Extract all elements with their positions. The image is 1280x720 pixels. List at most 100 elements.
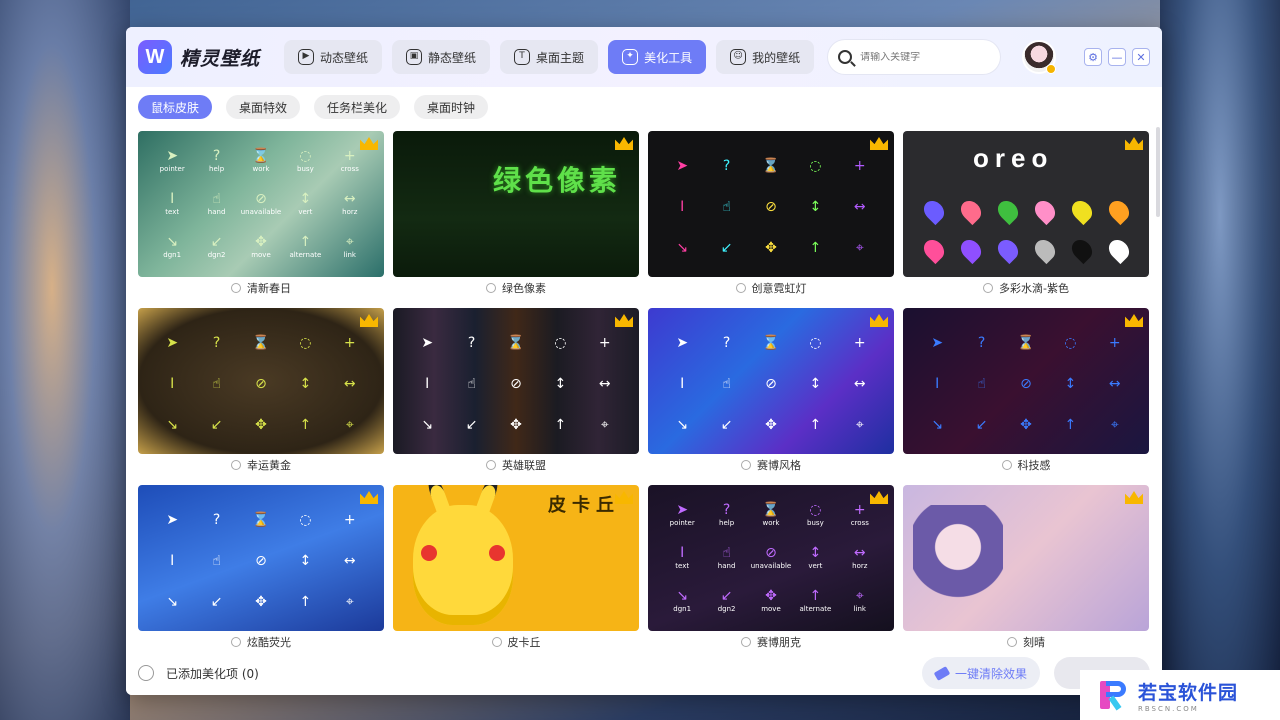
skin-caption[interactable]: 炫酷荧光 bbox=[138, 631, 384, 651]
skin-thumbnail[interactable]: ➤? ⌛ ◌ + I ☝ ⊘ ↕ ↔ ↘ ↙ ✥ ↑ ⌖ bbox=[138, 308, 384, 454]
skin-select-radio[interactable] bbox=[491, 637, 502, 647]
cursor-glyph-icon: ☝ bbox=[722, 198, 731, 215]
cursor-label: cross bbox=[850, 518, 869, 527]
skin-thumbnail[interactable]: ➤? ⌛ ◌ + I ☝ ⊘ ↕ ↔ ↘ ↙ ✥ ↑ ⌖ bbox=[138, 485, 384, 631]
skin-card[interactable]: ➤? ⌛ ◌ + I ☝ ⊘ ↕ ↔ ↘ ↙ ✥ ↑ ⌖ 炫酷荧光 bbox=[138, 485, 384, 651]
crown-icon bbox=[1125, 491, 1143, 504]
search-input[interactable] bbox=[860, 51, 981, 63]
minimize-button[interactable]: — bbox=[1108, 48, 1126, 66]
skin-select-radio[interactable] bbox=[741, 460, 751, 470]
skin-caption[interactable]: 科技感 bbox=[903, 454, 1149, 476]
scrollbar[interactable] bbox=[1156, 127, 1160, 217]
close-button[interactable]: ✕ bbox=[1132, 48, 1150, 66]
skin-caption[interactable]: 赛博朋克 bbox=[648, 631, 894, 651]
skin-select-radio[interactable] bbox=[231, 637, 241, 647]
skin-caption[interactable]: 英雄联盟 bbox=[393, 454, 639, 476]
skin-card[interactable]: 刻晴 bbox=[903, 485, 1149, 651]
cursor-glyph-icon: ↔ bbox=[343, 552, 356, 569]
skin-card[interactable]: ➤ pointer? help ⌛ work ◌ busy + cross Itext ☝ hand ⊘… bbox=[138, 131, 384, 299]
cursor-label: work bbox=[762, 518, 780, 527]
crown-icon bbox=[360, 314, 378, 327]
skin-thumbnail[interactable]: oreo bbox=[903, 131, 1149, 277]
skin-select-radio[interactable] bbox=[1007, 637, 1017, 647]
app-window: W 精灵壁纸 ▶ 动态壁纸 ▣ 静态壁纸 T 桌面主题 ✦ 美化工具 ☺ 我的壁纸 ⚙ — ✕ 鼠… bbox=[126, 27, 1162, 695]
skin-card[interactable]: ➤? ⌛ ◌ + I ☝ ⊘ ↕ ↔ ↘ ↙ ✥ ↑ ⌖ 赛博风格 bbox=[648, 308, 894, 476]
clear-effects-button[interactable]: 一键清除效果 bbox=[922, 657, 1040, 689]
clear-effects-label: 一键清除效果 bbox=[954, 666, 1027, 681]
skin-name: 炫酷荧光 bbox=[247, 636, 291, 649]
pikachu-illustration bbox=[413, 485, 513, 625]
skin-caption[interactable]: 创意霓虹灯 bbox=[648, 277, 894, 299]
skin-thumbnail[interactable]: 绿色像素 bbox=[393, 131, 639, 277]
skin-name: 皮卡丘 bbox=[507, 636, 541, 649]
crown-icon bbox=[360, 491, 378, 504]
subtab-3[interactable]: 桌面时钟 bbox=[414, 95, 489, 119]
cursor-preview-grid: ➤? ⌛ ◌ + I ☝ ⊘ ↕ ↔ ↘ ↙ ✥ ↑ ⌖ bbox=[915, 322, 1137, 446]
skin-thumbnail[interactable]: 皮卡丘 bbox=[393, 485, 639, 631]
skin-select-radio[interactable] bbox=[983, 283, 993, 293]
cursor-label: dgn2 bbox=[717, 605, 736, 614]
skin-select-radio[interactable] bbox=[486, 460, 496, 470]
skin-caption[interactable]: 刻晴 bbox=[903, 631, 1149, 651]
nav-tab-2[interactable]: T 桌面主题 bbox=[500, 40, 599, 74]
skin-select-radio[interactable] bbox=[486, 283, 496, 293]
skin-thumbnail[interactable]: ➤? ⌛ ◌ + I ☝ ⊘ ↕ ↔ ↘ ↙ ✥ ↑ ⌖ bbox=[648, 131, 894, 277]
skin-card[interactable]: ➤ pointer? help ⌛ work ◌ busy + cross Itext ☝ hand ⊘… bbox=[648, 485, 894, 651]
skin-thumbnail[interactable] bbox=[903, 485, 1149, 631]
skin-select-radio[interactable] bbox=[741, 637, 751, 647]
skin-card[interactable]: ➤? ⌛ ◌ + I ☝ ⊘ ↕ ↔ ↘ ↙ ✥ ↑ ⌖ 英雄联盟 bbox=[393, 308, 639, 476]
skin-caption[interactable]: 多彩水滴-紫色 bbox=[903, 277, 1149, 299]
skin-card[interactable]: 绿色像素 绿色像素 bbox=[393, 131, 639, 299]
cursor-glyph-icon: ➤ bbox=[421, 334, 434, 351]
skin-caption[interactable]: 幸运黄金 bbox=[138, 454, 384, 476]
subtab-0[interactable]: 鼠标皮肤 bbox=[138, 95, 213, 119]
subtab-2[interactable]: 任务栏美化 bbox=[314, 95, 401, 119]
cursor-glyph-icon: ↔ bbox=[853, 198, 866, 215]
avatar[interactable] bbox=[1022, 40, 1057, 74]
cursor-label: unavailable bbox=[240, 207, 282, 216]
cursor-glyph-icon bbox=[1030, 235, 1059, 264]
cursor-glyph-icon: ↘ bbox=[166, 417, 179, 434]
skin-thumbnail[interactable]: ➤? ⌛ ◌ + I ☝ ⊘ ↕ ↔ ↘ ↙ ✥ ↑ ⌖ bbox=[648, 308, 894, 454]
skin-caption[interactable]: 赛博风格 bbox=[648, 454, 894, 476]
skin-card[interactable]: ➤? ⌛ ◌ + I ☝ ⊘ ↕ ↔ ↘ ↙ ✥ ↑ ⌖ 创意霓虹灯 bbox=[648, 131, 894, 299]
cursor-preview-grid: ➤ pointer? help ⌛ work ◌ busy + cross Itext ☝ hand ⊘… bbox=[150, 139, 372, 269]
skin-thumbnail[interactable]: ➤ pointer? help ⌛ work ◌ busy + cross Itext ☝ hand ⊘… bbox=[648, 485, 894, 631]
skin-thumbnail[interactable]: ➤ pointer? help ⌛ work ◌ busy + cross Itext ☝ hand ⊘… bbox=[138, 131, 384, 277]
search-box[interactable] bbox=[828, 40, 1001, 74]
skin-card[interactable]: ➤? ⌛ ◌ + I ☝ ⊘ ↕ ↔ ↘ ↙ ✥ ↑ ⌖ 科技感 bbox=[903, 308, 1149, 476]
skin-select-radio[interactable] bbox=[1001, 460, 1012, 470]
nav-tab-1[interactable]: ▣ 静态壁纸 bbox=[392, 40, 491, 74]
cursor-glyph-icon: ✥ bbox=[1020, 417, 1032, 434]
cursor-glyph-icon: ✥ bbox=[255, 594, 267, 611]
skin-caption[interactable]: 清新春日 bbox=[138, 277, 384, 299]
cursor-glyph-icon: ↕ bbox=[1064, 375, 1077, 392]
skin-thumbnail[interactable]: ➤? ⌛ ◌ + I ☝ ⊘ ↕ ↔ ↘ ↙ ✥ ↑ ⌖ bbox=[393, 308, 639, 454]
cursor-preview-grid: ➤ pointer? help ⌛ work ◌ busy + cross Itext ☝ hand ⊘… bbox=[660, 493, 882, 623]
cursor-glyph-icon: + bbox=[1108, 334, 1121, 351]
settings-button[interactable]: ⚙ bbox=[1084, 48, 1102, 66]
skin-card[interactable]: oreo 多彩水滴-紫色 bbox=[903, 131, 1149, 299]
skin-select-radio[interactable] bbox=[735, 283, 746, 293]
select-all-radio[interactable] bbox=[138, 665, 154, 681]
skin-name: 创意霓虹灯 bbox=[751, 282, 807, 295]
cursor-glyph-icon: ⌛ bbox=[252, 511, 270, 528]
nav-tab-4[interactable]: ☺ 我的壁纸 bbox=[716, 40, 815, 74]
skin-caption[interactable]: 绿色像素 bbox=[393, 277, 639, 299]
cursor-glyph-icon: ◌ bbox=[299, 334, 312, 351]
skin-select-radio[interactable] bbox=[231, 460, 241, 470]
cursor-glyph-icon: ↑ bbox=[299, 594, 312, 611]
nav-tab-3[interactable]: ✦ 美化工具 bbox=[608, 40, 707, 74]
skin-caption[interactable]: 皮卡丘 bbox=[393, 631, 639, 651]
cursor-glyph-icon: ↘ bbox=[421, 417, 434, 434]
subtab-1[interactable]: 桌面特效 bbox=[226, 95, 301, 119]
skin-card[interactable]: ➤? ⌛ ◌ + I ☝ ⊘ ↕ ↔ ↘ ↙ ✥ ↑ ⌖ 幸运黄金 bbox=[138, 308, 384, 476]
cursor-label: text bbox=[165, 207, 180, 216]
skin-select-radio[interactable] bbox=[231, 283, 241, 293]
cursor-glyph-icon: ? bbox=[212, 511, 221, 528]
skin-thumbnail[interactable]: ➤? ⌛ ◌ + I ☝ ⊘ ↕ ↔ ↘ ↙ ✥ ↑ ⌖ bbox=[903, 308, 1149, 454]
skin-name: 幸运黄金 bbox=[247, 459, 291, 472]
skin-card[interactable]: 皮卡丘 皮卡丘 bbox=[393, 485, 639, 651]
cursor-glyph-icon: ⌖ bbox=[1110, 417, 1119, 434]
nav-tab-0[interactable]: ▶ 动态壁纸 bbox=[284, 40, 383, 74]
